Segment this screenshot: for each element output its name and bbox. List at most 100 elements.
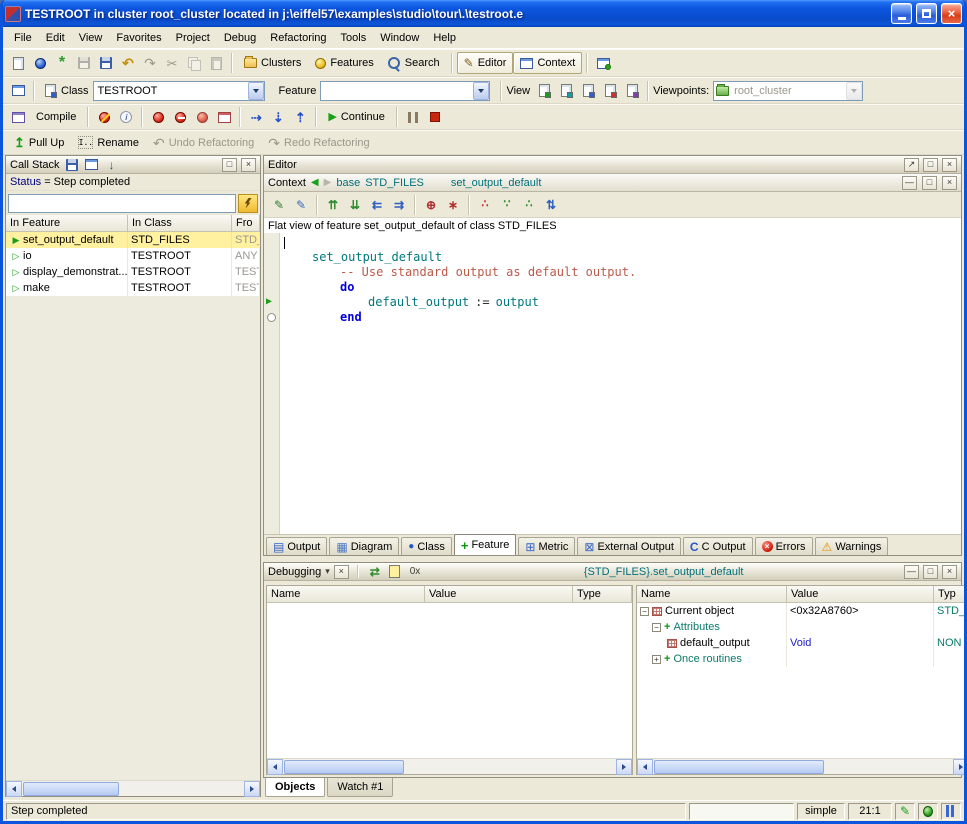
step-over-icon[interactable]: ⇢: [245, 106, 267, 128]
debugging-context-path[interactable]: {STD_FILES}.set_output_default: [584, 566, 744, 578]
title-bar[interactable]: TESTROOT in cluster root_cluster located…: [0, 0, 967, 27]
tab-warnings[interactable]: ⚠Warnings: [815, 537, 889, 555]
redo-refactoring-button[interactable]: ↷Redo Refactoring: [261, 132, 376, 154]
call-stack-row[interactable]: ▷display_demonstrat... TESTROOT TEST: [6, 264, 260, 280]
menu-project[interactable]: Project: [169, 28, 217, 48]
tab-class[interactable]: ●Class: [401, 537, 452, 555]
column-in-class[interactable]: In Class: [128, 215, 232, 231]
breakpoints-info-icon[interactable]: i: [115, 106, 137, 128]
view-clickable-icon[interactable]: [555, 80, 577, 102]
ancestors-icon[interactable]: ⇈: [322, 194, 344, 216]
chevron-down-icon[interactable]: ▾: [325, 567, 330, 576]
open-file-icon[interactable]: [29, 52, 51, 74]
new-class-icon[interactable]: *: [51, 52, 73, 74]
pause-icon[interactable]: [402, 106, 424, 128]
column-from[interactable]: Fro: [232, 215, 260, 231]
call-stack-header[interactable]: Call Stack ↓ □ ×: [6, 156, 260, 174]
view-contract-icon[interactable]: [599, 80, 621, 102]
save-icon[interactable]: [73, 52, 95, 74]
menu-refactoring[interactable]: Refactoring: [263, 28, 333, 48]
objects-column-name[interactable]: Name: [637, 586, 787, 602]
collapse-icon[interactable]: −: [652, 623, 661, 632]
call-stack-row[interactable]: ▷make TESTROOT TEST: [6, 280, 260, 296]
descendants-icon[interactable]: ⇊: [344, 194, 366, 216]
copy-icon[interactable]: [183, 52, 205, 74]
stop-icon[interactable]: [424, 106, 446, 128]
call-stack-close-icon[interactable]: ×: [241, 158, 256, 172]
edit-class-icon[interactable]: ✎: [290, 194, 312, 216]
class-combo-arrow-icon[interactable]: [248, 82, 264, 100]
menu-help[interactable]: Help: [426, 28, 463, 48]
call-stack-window-icon[interactable]: [84, 157, 100, 172]
breakpoints-dialog-icon[interactable]: [213, 106, 235, 128]
melt-icon[interactable]: [7, 106, 29, 128]
view-text-icon[interactable]: [533, 80, 555, 102]
view-interface-icon[interactable]: [621, 80, 643, 102]
tab-errors[interactable]: ×Errors: [755, 537, 813, 555]
step-out-icon[interactable]: ⇡: [289, 106, 311, 128]
menu-debug[interactable]: Debug: [217, 28, 263, 48]
editor-toggle-button[interactable]: ✎Editor: [457, 52, 514, 74]
ignore-breakpoints-icon[interactable]: [93, 106, 115, 128]
dock-call-stack-icon[interactable]: ↓: [104, 157, 120, 172]
class-tool-icon[interactable]: [7, 80, 29, 102]
context-maximize-icon[interactable]: □: [922, 176, 937, 190]
editor-maximize-icon[interactable]: □: [923, 158, 938, 172]
menu-tools[interactable]: Tools: [334, 28, 374, 48]
assigners-icon[interactable]: ∗: [442, 194, 464, 216]
objects-column-type[interactable]: Typ: [934, 586, 967, 602]
save-all-icon[interactable]: [95, 52, 117, 74]
relations-icon[interactable]: ⇅: [540, 194, 562, 216]
notes-icon[interactable]: [387, 564, 403, 579]
tab-c-output[interactable]: CC Output: [683, 537, 753, 555]
object-tree-row[interactable]: ++Once routines: [637, 651, 967, 667]
call-stack-row[interactable]: ▷io TESTROOT ANY: [6, 248, 260, 264]
call-stack-hscrollbar[interactable]: [6, 780, 260, 796]
menu-edit[interactable]: Edit: [39, 28, 72, 48]
undo-icon[interactable]: ↶: [117, 52, 139, 74]
continue-button[interactable]: ▶Continue: [321, 106, 392, 128]
scroll-left-icon[interactable]: [637, 759, 653, 775]
call-stack-maximize-icon[interactable]: □: [222, 158, 237, 172]
save-call-stack-icon[interactable]: [64, 157, 80, 172]
tab-objects[interactable]: Objects: [265, 778, 325, 797]
debugging-maximize-icon[interactable]: □: [923, 565, 938, 579]
context-minimize-icon[interactable]: —: [902, 176, 917, 190]
scroll-right-icon[interactable]: [616, 759, 632, 775]
scroll-right-icon[interactable]: [953, 759, 967, 775]
watch-column-name[interactable]: Name: [267, 586, 425, 602]
tab-external-output[interactable]: ⊠External Output: [577, 537, 681, 555]
debugging-close-icon[interactable]: ×: [942, 565, 957, 579]
scroll-left-icon[interactable]: [6, 781, 22, 797]
editor-float-icon[interactable]: ↗: [904, 158, 919, 172]
debugging-close-tool-icon[interactable]: ×: [334, 565, 349, 579]
search-button[interactable]: Search: [381, 52, 447, 74]
context-toggle-button[interactable]: Context: [513, 52, 582, 74]
close-button[interactable]: ×: [941, 3, 962, 24]
enable-breakpoints-icon[interactable]: [147, 106, 169, 128]
rename-button[interactable]: I..Rename: [71, 132, 146, 154]
callees-icon[interactable]: ⇉: [388, 194, 410, 216]
column-in-feature[interactable]: In Feature: [6, 215, 128, 231]
undo-refactoring-button[interactable]: ↶Undo Refactoring: [146, 132, 261, 154]
menu-favorites[interactable]: Favorites: [109, 28, 168, 48]
edit-feature-icon[interactable]: ✎: [268, 194, 290, 216]
scroll-thumb[interactable]: [284, 760, 404, 774]
object-tree-row[interactable]: −+Attributes: [637, 619, 967, 635]
tab-feature[interactable]: +Feature: [454, 534, 517, 555]
callers-icon[interactable]: ⇇: [366, 194, 388, 216]
collapse-icon[interactable]: −: [640, 607, 649, 616]
class-combo[interactable]: TESTROOT: [93, 81, 265, 101]
watch-hscrollbar[interactable]: [267, 758, 632, 774]
new-file-icon[interactable]: [7, 52, 29, 74]
menu-file[interactable]: File: [7, 28, 39, 48]
disable-breakpoints-icon[interactable]: [169, 106, 191, 128]
object-tree-row[interactable]: default_output Void NON: [637, 635, 967, 651]
new-development-window-icon[interactable]: [592, 52, 614, 74]
tab-diagram[interactable]: ▦Diagram: [329, 537, 399, 555]
scroll-thumb[interactable]: [23, 782, 119, 796]
redo-icon[interactable]: ↷: [139, 52, 161, 74]
exception-handling-icon[interactable]: ⇄: [367, 564, 383, 579]
feature-combo-arrow-icon[interactable]: [473, 82, 489, 100]
watch-column-type[interactable]: Type: [573, 586, 632, 602]
